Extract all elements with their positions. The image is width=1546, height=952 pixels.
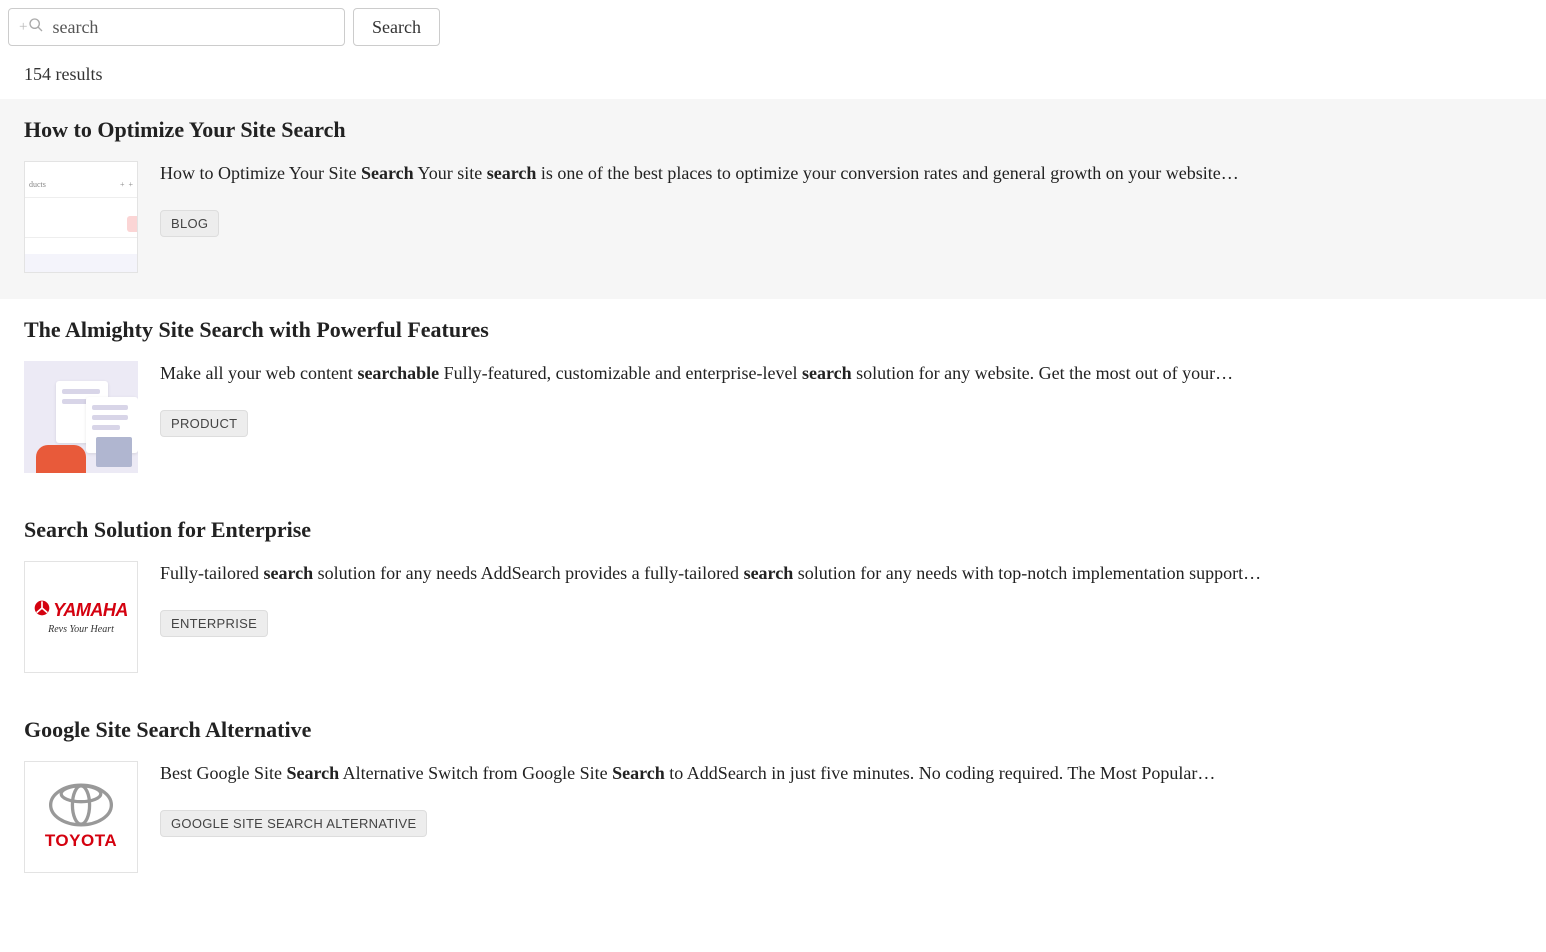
result-snippet: Fully-tailored search solution for any n… <box>160 561 1538 586</box>
result-thumbnail <box>24 361 138 473</box>
search-icon-area: + <box>9 17 44 38</box>
search-button[interactable]: Search <box>353 8 440 46</box>
result-title[interactable]: Search Solution for Enterprise <box>24 517 1538 543</box>
result-title[interactable]: How to Optimize Your Site Search <box>24 117 1538 143</box>
result-tag[interactable]: ENTERPRISE <box>160 610 268 637</box>
result-item[interactable]: How to Optimize Your Site Search ducts+ … <box>0 99 1546 299</box>
result-snippet: How to Optimize Your Site Search Your si… <box>160 161 1538 186</box>
result-title[interactable]: Google Site Search Alternative <box>24 717 1538 743</box>
result-item[interactable]: The Almighty Site Search with Powerful F… <box>0 299 1546 499</box>
search-input[interactable] <box>44 17 344 38</box>
result-title[interactable]: The Almighty Site Search with Powerful F… <box>24 317 1538 343</box>
result-tag[interactable]: GOOGLE SITE SEARCH ALTERNATIVE <box>160 810 427 837</box>
result-snippet: Make all your web content searchable Ful… <box>160 361 1538 386</box>
result-thumbnail: ducts+ + + <box>24 161 138 273</box>
search-input-wrapper[interactable]: + <box>8 8 345 46</box>
result-tag[interactable]: BLOG <box>160 210 219 237</box>
plus-icon: + <box>19 19 27 36</box>
result-snippet: Best Google Site Search Alternative Swit… <box>160 761 1538 786</box>
result-tag[interactable]: PRODUCT <box>160 410 248 437</box>
search-icon <box>28 17 44 38</box>
result-item[interactable]: Search Solution for Enterprise YAMAHA Re… <box>0 499 1546 699</box>
result-thumbnail: TOYOTA <box>24 761 138 873</box>
result-item[interactable]: Google Site Search Alternative TOYOTA Be… <box>0 699 1546 899</box>
results-count: 154 results <box>0 54 1546 99</box>
result-thumbnail: YAMAHA Revs Your Heart <box>24 561 138 673</box>
